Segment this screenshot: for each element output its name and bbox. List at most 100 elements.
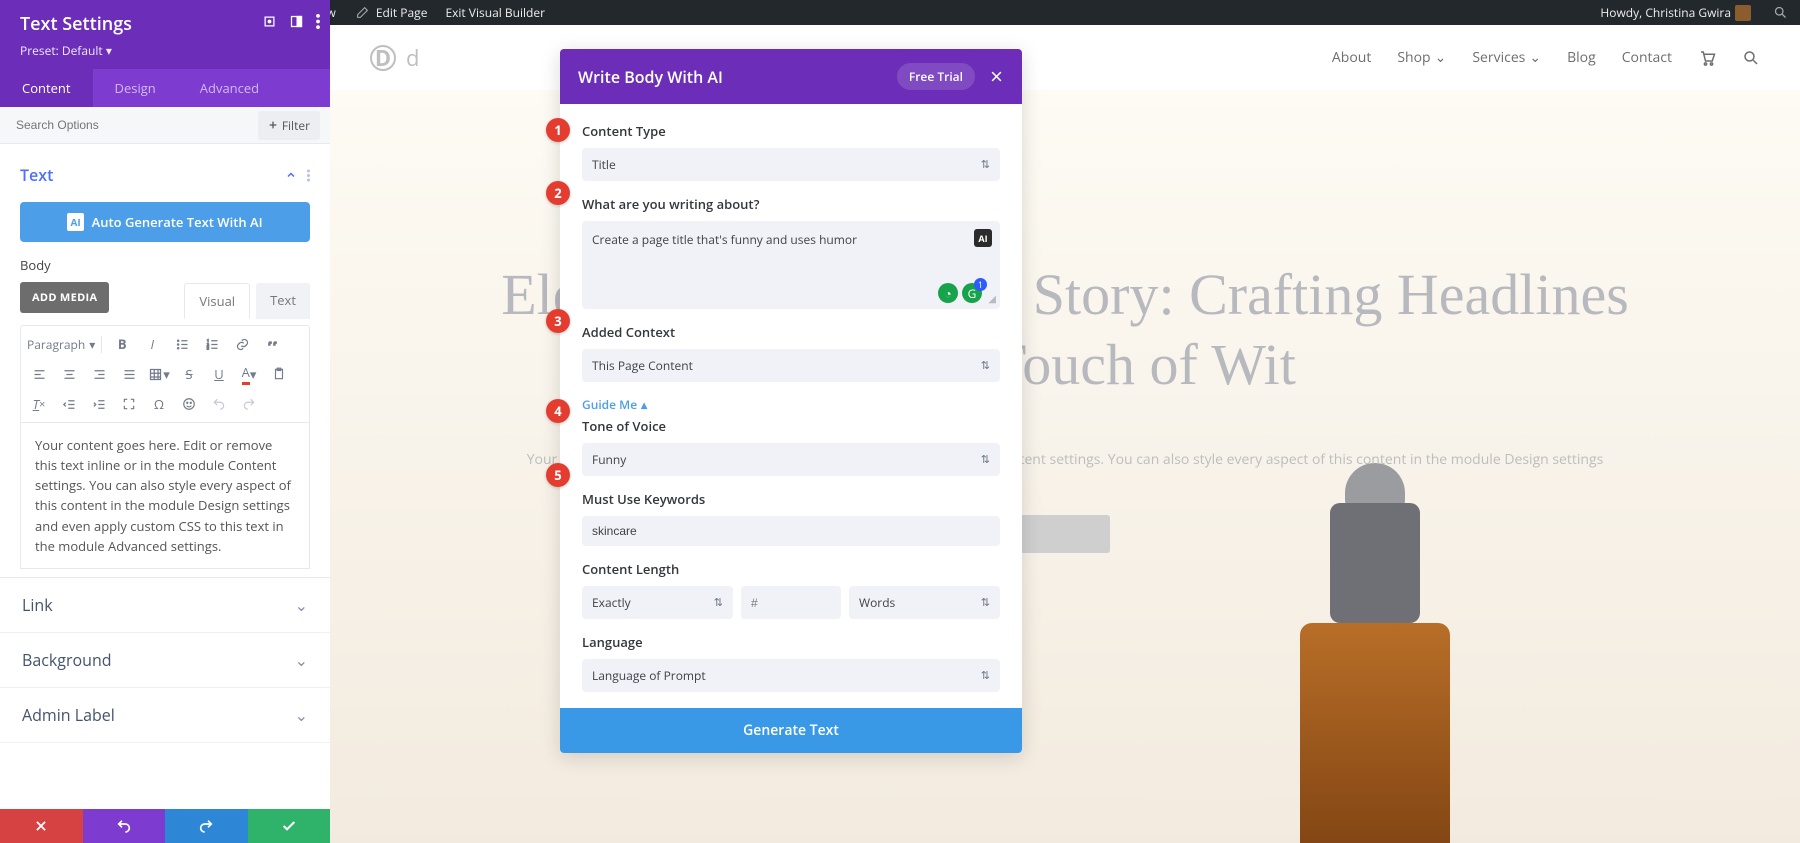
- close-icon[interactable]: [989, 69, 1004, 84]
- section-more-icon[interactable]: [307, 169, 310, 182]
- table-icon[interactable]: ▾: [147, 362, 171, 386]
- cart-icon[interactable]: [1698, 49, 1716, 67]
- accordion-background[interactable]: Background⌄: [0, 633, 330, 688]
- callout-2: 2: [546, 181, 570, 205]
- ai-modal-header: Write Body With AI Free Trial: [560, 49, 1022, 104]
- outdent-icon[interactable]: [57, 392, 81, 416]
- nav-contact[interactable]: Contact: [1622, 48, 1672, 67]
- indent-icon[interactable]: [87, 392, 111, 416]
- length-number-input[interactable]: [741, 586, 841, 619]
- editor-tab-text[interactable]: Text: [256, 283, 310, 319]
- preset-toggle[interactable]: Preset: Default ▾: [20, 42, 314, 59]
- expand-icon[interactable]: [262, 14, 277, 29]
- clear-format-icon[interactable]: T×: [27, 392, 51, 416]
- length-label: Content Length: [582, 560, 1000, 578]
- paste-icon[interactable]: [267, 362, 291, 386]
- text-color-icon[interactable]: A▾: [237, 362, 261, 386]
- search-row: Filter: [0, 107, 330, 144]
- generate-button[interactable]: Generate Text: [560, 708, 1022, 753]
- search-input[interactable]: [0, 107, 258, 143]
- italic-icon[interactable]: I: [140, 332, 164, 356]
- paragraph-select[interactable]: Paragraph▾: [27, 336, 102, 353]
- auto-generate-button[interactable]: AI Auto Generate Text With AI: [20, 202, 310, 242]
- wpbar-search-icon[interactable]: [1767, 5, 1794, 20]
- context-select[interactable]: This Page Content⇅: [582, 349, 1000, 382]
- strikethrough-icon[interactable]: S: [177, 362, 201, 386]
- chevron-down-icon: ⌄: [295, 649, 308, 671]
- resize-handle-icon[interactable]: ◢: [988, 291, 996, 305]
- bold-icon[interactable]: B: [110, 332, 134, 356]
- dock-icon[interactable]: [289, 14, 304, 29]
- align-left-icon[interactable]: [27, 362, 51, 386]
- sort-icon: ⇅: [981, 452, 990, 467]
- grammarly-status-icon: G: [962, 283, 982, 303]
- about-textarea-wrapper: AI ◔ G ◢: [582, 221, 1000, 309]
- align-justify-icon[interactable]: [117, 362, 141, 386]
- length-unit-select[interactable]: Words⇅: [849, 586, 1000, 619]
- avatar: [1735, 5, 1751, 21]
- sort-icon: ⇅: [981, 157, 990, 172]
- callout-3: 3: [546, 309, 570, 333]
- editor-content[interactable]: Your content goes here. Edit or remove t…: [20, 423, 310, 569]
- fullscreen-icon[interactable]: [117, 392, 141, 416]
- callout-4: 4: [546, 399, 570, 423]
- underline-icon[interactable]: U: [207, 362, 231, 386]
- tab-content[interactable]: Content: [0, 69, 93, 107]
- chevron-down-icon: ▾: [106, 42, 112, 59]
- save-button[interactable]: [248, 809, 331, 843]
- keywords-label: Must Use Keywords: [582, 490, 1000, 508]
- about-textarea[interactable]: [592, 231, 990, 295]
- undo-icon[interactable]: [207, 392, 231, 416]
- chevron-down-icon: ▾: [89, 336, 95, 353]
- nav-about[interactable]: About: [1332, 48, 1371, 67]
- ai-modal: Write Body With AI Free Trial Content Ty…: [560, 49, 1022, 753]
- align-center-icon[interactable]: [57, 362, 81, 386]
- site-logo[interactable]: Dd: [370, 43, 419, 73]
- wpbar-exit-builder[interactable]: Exit Visual Builder: [439, 4, 551, 21]
- editor-tab-visual[interactable]: Visual: [184, 283, 250, 319]
- link-icon[interactable]: [230, 332, 254, 356]
- guide-me-toggle[interactable]: Guide Me▴: [582, 396, 1000, 413]
- chevron-up-icon: ▴: [641, 396, 647, 413]
- search-icon[interactable]: [1742, 49, 1760, 67]
- more-icon[interactable]: [316, 14, 320, 29]
- rich-text-toolbar: Paragraph▾ B I 123 ▾ S U A▾ T× Ω: [20, 325, 310, 423]
- sort-icon: ⇅: [981, 668, 990, 683]
- align-right-icon[interactable]: [87, 362, 111, 386]
- collapse-icon[interactable]: [285, 169, 297, 182]
- content-type-select[interactable]: Title⇅: [582, 148, 1000, 181]
- ul-icon[interactable]: [170, 332, 194, 356]
- free-trial-badge[interactable]: Free Trial: [897, 63, 975, 90]
- tone-label: Tone of Voice: [582, 417, 1000, 435]
- tab-design[interactable]: Design: [93, 69, 178, 107]
- emoji-icon[interactable]: [177, 392, 201, 416]
- ol-icon[interactable]: 123: [200, 332, 224, 356]
- chevron-down-icon: ⌄: [1529, 48, 1541, 67]
- keywords-input[interactable]: [582, 516, 1000, 546]
- chevron-down-icon: ⌄: [1435, 48, 1447, 67]
- length-mode-select[interactable]: Exactly⇅: [582, 586, 733, 619]
- wpbar-edit-page[interactable]: Edit Page: [348, 4, 434, 22]
- accordion-link[interactable]: Link⌄: [0, 578, 330, 633]
- add-media-button[interactable]: ADD MEDIA: [20, 282, 109, 313]
- content-type-label: Content Type: [582, 122, 1000, 140]
- hero-cta-button[interactable]: [1020, 515, 1110, 553]
- grammarly-badge[interactable]: ◔ G: [938, 283, 982, 303]
- special-char-icon[interactable]: Ω: [147, 392, 171, 416]
- language-select[interactable]: Language of Prompt⇅: [582, 659, 1000, 692]
- cancel-button[interactable]: [0, 809, 83, 843]
- redo-button[interactable]: [165, 809, 248, 843]
- filter-button[interactable]: Filter: [258, 111, 320, 140]
- tab-advanced[interactable]: Advanced: [178, 69, 281, 107]
- tone-select[interactable]: Funny⇅: [582, 443, 1000, 476]
- quote-icon[interactable]: [260, 332, 284, 356]
- ai-assist-icon[interactable]: AI: [974, 229, 992, 247]
- nav-shop[interactable]: Shop⌄: [1397, 48, 1446, 67]
- wpbar-greeting[interactable]: Howdy, Christina Gwira: [1594, 4, 1757, 21]
- sort-icon: ⇅: [981, 595, 990, 610]
- nav-services[interactable]: Services⌄: [1472, 48, 1541, 67]
- accordion-admin-label[interactable]: Admin Label⌄: [0, 688, 330, 743]
- undo-button[interactable]: [83, 809, 166, 843]
- redo-icon[interactable]: [237, 392, 261, 416]
- nav-blog[interactable]: Blog: [1567, 48, 1596, 67]
